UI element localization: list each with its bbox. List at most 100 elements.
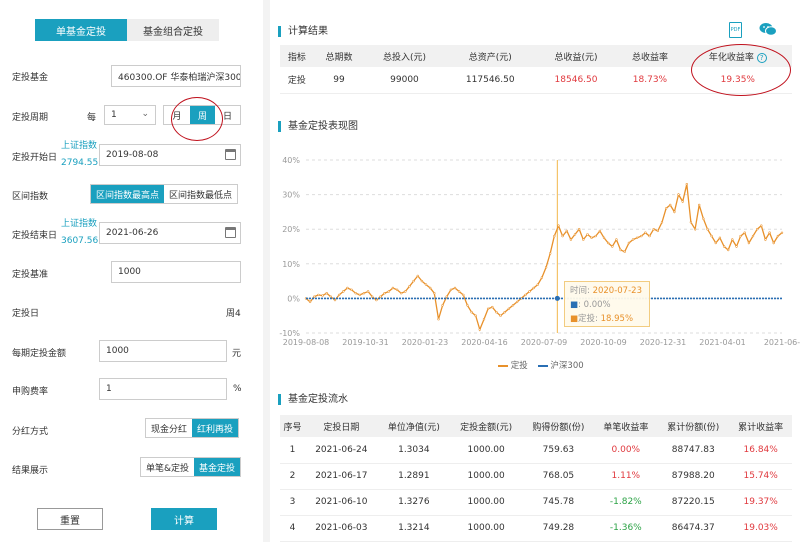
results-header: 总收益(元) bbox=[535, 45, 617, 67]
data-point bbox=[743, 231, 746, 234]
pdf-icon[interactable]: PDF bbox=[729, 22, 742, 38]
data-point bbox=[313, 295, 316, 298]
flow-header: 购得份额(份) bbox=[522, 415, 595, 437]
data-point bbox=[710, 234, 713, 238]
tooltip-index-row: ■: 0.00% bbox=[570, 298, 644, 312]
data-point bbox=[677, 193, 680, 196]
data-point bbox=[499, 314, 502, 317]
chart-legend: 定投 沪深300 bbox=[498, 359, 584, 371]
start-index-link[interactable]: 上证指数 bbox=[61, 140, 97, 152]
range-high-option[interactable]: 区间指数最高点 bbox=[91, 185, 165, 203]
data-point bbox=[453, 286, 457, 290]
invest-day-label: 定投日 bbox=[12, 309, 40, 319]
flow-cell: 1000.00 bbox=[449, 515, 523, 542]
data-point bbox=[478, 328, 482, 331]
data-point bbox=[578, 227, 581, 231]
fund-input[interactable]: 460300.OF 华泰柏瑞沪深300 bbox=[111, 65, 241, 87]
data-point bbox=[598, 229, 602, 233]
data-point bbox=[457, 290, 461, 293]
data-point bbox=[404, 290, 407, 293]
dividend-cash-option[interactable]: 现金分红 bbox=[146, 419, 193, 437]
data-point bbox=[350, 288, 353, 292]
data-point bbox=[780, 231, 784, 235]
end-date-input[interactable]: 2021-06-26 bbox=[99, 222, 241, 244]
data-point bbox=[437, 318, 440, 321]
end-index-link[interactable]: 上证指数 bbox=[61, 218, 97, 230]
data-point bbox=[515, 300, 519, 304]
data-point bbox=[329, 295, 332, 298]
y-tick-label: -10% bbox=[279, 329, 300, 338]
wechat-icon[interactable] bbox=[759, 22, 777, 36]
results-header: 指标 bbox=[280, 45, 314, 67]
flow-cell: 4 bbox=[280, 515, 306, 542]
fee-unit: % bbox=[233, 384, 242, 394]
flow-cell: 2021-06-03 bbox=[305, 515, 378, 542]
series-line bbox=[305, 184, 783, 332]
legend-item-hs300[interactable]: 沪深300 bbox=[537, 359, 584, 371]
flow-header: 单位净值(元) bbox=[377, 415, 450, 437]
tab-fund-portfolio[interactable]: 基金组合定投 bbox=[127, 19, 219, 41]
x-tick-label: 2020-01-23 bbox=[402, 338, 449, 347]
data-point bbox=[611, 245, 614, 248]
dividend-reinvest-option[interactable]: 红利再投 bbox=[192, 419, 239, 437]
data-point bbox=[635, 236, 639, 240]
reset-button[interactable]: 重置 bbox=[37, 508, 103, 530]
every-label: 每 bbox=[87, 113, 97, 123]
amount-input[interactable]: 1000 bbox=[99, 340, 227, 362]
start-date-input[interactable]: 2019-08-08 bbox=[99, 144, 241, 166]
data-point bbox=[561, 234, 564, 238]
data-point bbox=[395, 288, 399, 292]
base-input[interactable]: 1000 bbox=[111, 261, 241, 283]
data-point bbox=[408, 285, 411, 288]
range-low-option[interactable]: 区间指数最低点 bbox=[164, 185, 238, 203]
flow-header: 定投金额(元) bbox=[449, 415, 523, 437]
results-header: 总期数 bbox=[313, 45, 365, 67]
table-row: 3 2021-06-10 1.3276 1000.00 745.78 -1.82% 8722… bbox=[280, 489, 792, 516]
flow-cell: -1.36% bbox=[594, 515, 658, 542]
flow-title: 基金定投流水 bbox=[278, 394, 348, 405]
start-date-value: 2019-08-08 bbox=[106, 150, 159, 160]
data-point bbox=[607, 241, 610, 245]
data-point bbox=[370, 295, 374, 298]
legend-item-dingtou[interactable]: 定投 bbox=[498, 359, 528, 371]
flow-cell: 2021-06-17 bbox=[305, 463, 378, 490]
tooltip-time: 2020-07-23 bbox=[592, 286, 642, 296]
calendar-icon[interactable] bbox=[225, 227, 236, 238]
data-point bbox=[379, 295, 382, 298]
period-num-select[interactable]: 1 ⌄ bbox=[104, 105, 156, 125]
fee-input[interactable]: 1 bbox=[99, 378, 227, 400]
data-point bbox=[366, 290, 370, 293]
data-point bbox=[644, 231, 647, 234]
calendar-icon[interactable] bbox=[225, 149, 236, 160]
square-icon: ■ bbox=[570, 300, 579, 310]
end-index-value: 3607.56 bbox=[61, 236, 99, 246]
data-point bbox=[718, 236, 722, 240]
cursor-point bbox=[554, 295, 560, 301]
legend-label: 沪深300 bbox=[550, 361, 584, 371]
flow-cell: 0.00% bbox=[594, 437, 658, 464]
data-point bbox=[482, 318, 486, 321]
data-point bbox=[321, 294, 324, 297]
data-point bbox=[549, 252, 552, 255]
flow-cell: 19.03% bbox=[729, 515, 792, 542]
data-point bbox=[698, 203, 701, 207]
dividend-toggle: 现金分红 红利再投 bbox=[145, 418, 240, 438]
flow-cell: 1.2891 bbox=[377, 463, 450, 490]
data-point bbox=[619, 248, 622, 252]
display-single-option[interactable]: 单笔&定投 bbox=[141, 458, 195, 476]
data-point bbox=[337, 293, 341, 297]
end-date-label: 定投结束日 bbox=[12, 231, 58, 241]
display-fund-option[interactable]: 基金定投 bbox=[194, 458, 241, 476]
fund-label: 定投基金 bbox=[12, 73, 49, 83]
data-point bbox=[420, 279, 424, 283]
y-tick-label: 20% bbox=[282, 225, 300, 234]
annotation-circle bbox=[691, 44, 791, 96]
tooltip-dt-label: 定投: bbox=[578, 314, 598, 324]
tab-single-fund[interactable]: 单基金定投 bbox=[35, 19, 127, 41]
data-point bbox=[693, 227, 697, 231]
data-point bbox=[412, 279, 415, 283]
calculate-button[interactable]: 计算 bbox=[151, 508, 217, 530]
y-tick-label: 0% bbox=[287, 294, 300, 303]
data-point bbox=[358, 293, 362, 297]
data-point bbox=[739, 234, 742, 238]
